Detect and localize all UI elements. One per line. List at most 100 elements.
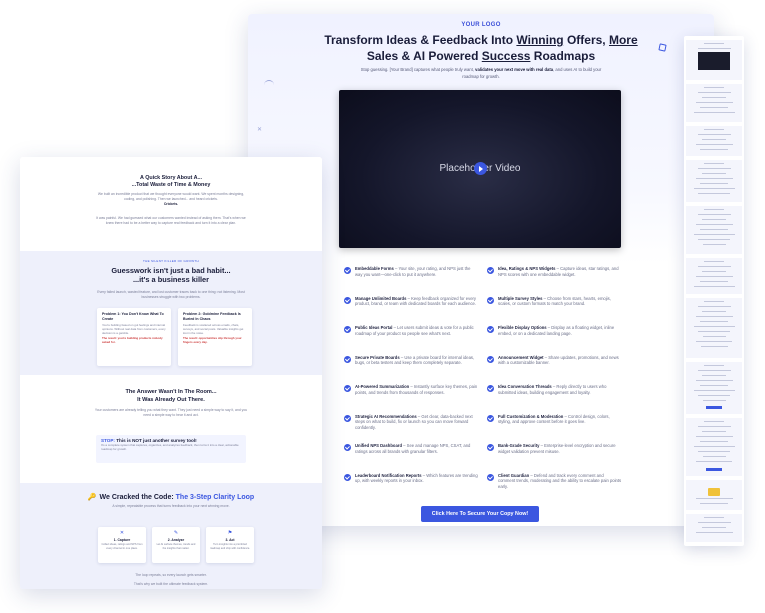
thumbnail-text-line — [702, 431, 726, 432]
problem-card-result: The result: opportunities slip through y… — [183, 336, 242, 345]
feature-item: Unified NPS Dashboard – See and manage N… — [344, 443, 479, 473]
story-paragraph: It was painful. We had guessed what our … — [96, 216, 246, 225]
feature-title: Embeddable Forms — [355, 266, 394, 271]
feature-item: Public Ideas Portal – Let users submit i… — [344, 325, 479, 355]
page-thumbnail[interactable] — [686, 480, 742, 510]
thumbnail-text-line — [695, 316, 733, 317]
thumbnail-text-line — [700, 229, 728, 230]
problem-card-body: You're building based on gut feelings an… — [102, 323, 166, 336]
thumbnail-text-line — [702, 173, 726, 174]
thumbnail-text-line — [695, 144, 733, 145]
play-icon[interactable] — [474, 162, 487, 175]
decorative-triangle-icon — [658, 43, 667, 52]
feature-title: Bank-Grade Security — [498, 443, 540, 448]
story-paragraph: We built an incredible product that we t… — [97, 192, 245, 206]
thumbnail-text-line — [704, 43, 724, 44]
clarity-step-card: ✎ 2. Analyze Let AI surface themes, trends… — [152, 527, 200, 563]
thumbnail-text-line — [693, 446, 735, 447]
check-circle-icon — [487, 267, 494, 274]
story-title: A Quick Story About A... ...Total Waste o… — [131, 175, 211, 188]
clarity-step-card: ⚑ 3. Act Turn insights into a prioritized … — [206, 527, 254, 563]
thumbnail-text-line — [697, 134, 731, 135]
feature-item: Idea, Ratings & NPS Widgets – Capture id… — [487, 266, 622, 296]
thumbnail-text-line — [702, 97, 726, 98]
thumbnail-text-line — [702, 400, 726, 401]
page-thumbnail[interactable] — [686, 514, 742, 542]
decorative-cross-icon: ✕ — [257, 127, 263, 133]
problem-card: Problem 2: Goldmine Feedback Is Buried I… — [178, 308, 252, 366]
check-circle-icon — [344, 296, 351, 304]
clarity-loop-title: 🔑 We Cracked the Code: The 3-Step Clarity… — [87, 494, 255, 501]
check-circle-icon — [487, 414, 494, 422]
page-thumbnail[interactable] — [686, 160, 742, 202]
section-kicker: THE SILENT KILLER OF GROWTH — [142, 259, 200, 263]
feature-item: Client Guardian – Defend and track every… — [487, 473, 622, 503]
secure-copy-button[interactable]: Click Here To Secure Your Copy Now! — [421, 506, 539, 522]
video-player[interactable]: Placeholder Video — [339, 90, 621, 248]
thumbnail-text-line — [704, 261, 724, 262]
hero-subheadline: Stop guessing. [Your Brand] captures wha… — [360, 67, 602, 79]
page-thumbnail[interactable] — [686, 362, 742, 414]
brand-logo[interactable]: YOUR LOGO — [248, 22, 714, 28]
thumbnail-text-line — [700, 107, 728, 108]
check-circle-icon — [344, 444, 351, 451]
page-thumbnail[interactable] — [686, 84, 742, 122]
thumbnail-text-line — [704, 517, 724, 518]
clarity-step-description: Let AI surface themes, trends and the in… — [156, 543, 196, 550]
decorative-arc — [264, 80, 274, 90]
clarity-step-description: Turn insights into a prioritized roadmap… — [209, 543, 251, 550]
thumbnail-badge-block — [708, 488, 720, 496]
problem-intro: Every failed launch, wasted feature, and… — [97, 290, 245, 299]
check-circle-icon — [487, 326, 494, 333]
thumbnail-text-line — [693, 234, 735, 235]
thumbnail-text-line — [697, 214, 731, 215]
check-circle-icon — [344, 414, 351, 422]
thumbnail-text-line — [697, 370, 731, 371]
thumbnail-button-block — [706, 468, 722, 471]
thumbnail-text-line — [702, 456, 726, 457]
feature-title: Idea, Ratings & NPS Widgets — [498, 266, 556, 271]
check-circle-icon — [344, 326, 351, 333]
thumbnail-text-line — [697, 522, 731, 523]
answer-section: The Answer Wasn't In The Room... It Was A… — [20, 375, 322, 483]
thumbnail-text-line — [698, 193, 730, 194]
thumbnail-text-line — [693, 188, 735, 189]
feature-title: Manage Unlimited Boards — [355, 295, 407, 301]
thumbnail-video-block — [698, 52, 730, 70]
thumbnail-text-line — [695, 532, 733, 533]
thumbnail-text-line — [700, 385, 728, 386]
problem-title: Guesswork isn't just a bad habit... ...it… — [111, 266, 231, 285]
thumbnail-text-line — [697, 266, 731, 267]
thumbnail-text-line — [700, 321, 728, 322]
page-thumbnail[interactable] — [686, 418, 742, 476]
thumbnail-text-line — [700, 503, 728, 504]
thumbnail-text-line — [702, 139, 726, 140]
page-thumbnail[interactable] — [686, 258, 742, 294]
feature-item: Flexible Display Options – Display as a … — [487, 325, 622, 355]
thumbnail-text-line — [697, 426, 731, 427]
answer-paragraph: Your customers are already telling you w… — [94, 408, 248, 417]
check-circle-icon — [487, 473, 494, 481]
feature-item: Strategic AI Recommendations – Get clear… — [344, 414, 479, 444]
story-section: A Quick Story About A... ...Total Waste o… — [20, 157, 322, 251]
check-circle-icon — [487, 444, 494, 451]
thumbnail-button-block — [706, 406, 722, 409]
act-icon: ⚑ — [227, 530, 233, 536]
feature-item: Bank-Grade Security – Enterprise-level e… — [487, 443, 622, 473]
check-circle-icon — [344, 267, 351, 274]
check-circle-icon — [487, 385, 494, 392]
thumbnail-text-line — [702, 271, 726, 272]
page-thumbnail[interactable] — [686, 298, 742, 358]
thumbnail-text-line — [702, 219, 726, 220]
page-thumbnail[interactable] — [686, 40, 742, 80]
check-circle-icon — [344, 385, 351, 392]
page-thumbnail[interactable] — [686, 126, 742, 156]
thumbnail-text-line — [695, 102, 733, 103]
thumbnail-text-line — [700, 149, 728, 150]
thumbnail-text-line — [700, 346, 728, 347]
problem-card-title: Problem 1: You Don't Know What To Create — [102, 312, 164, 321]
thumbnail-text-line — [700, 281, 728, 282]
page-thumbnail-strip[interactable] — [684, 36, 744, 546]
check-circle-icon — [487, 355, 494, 363]
page-thumbnail[interactable] — [686, 206, 742, 254]
